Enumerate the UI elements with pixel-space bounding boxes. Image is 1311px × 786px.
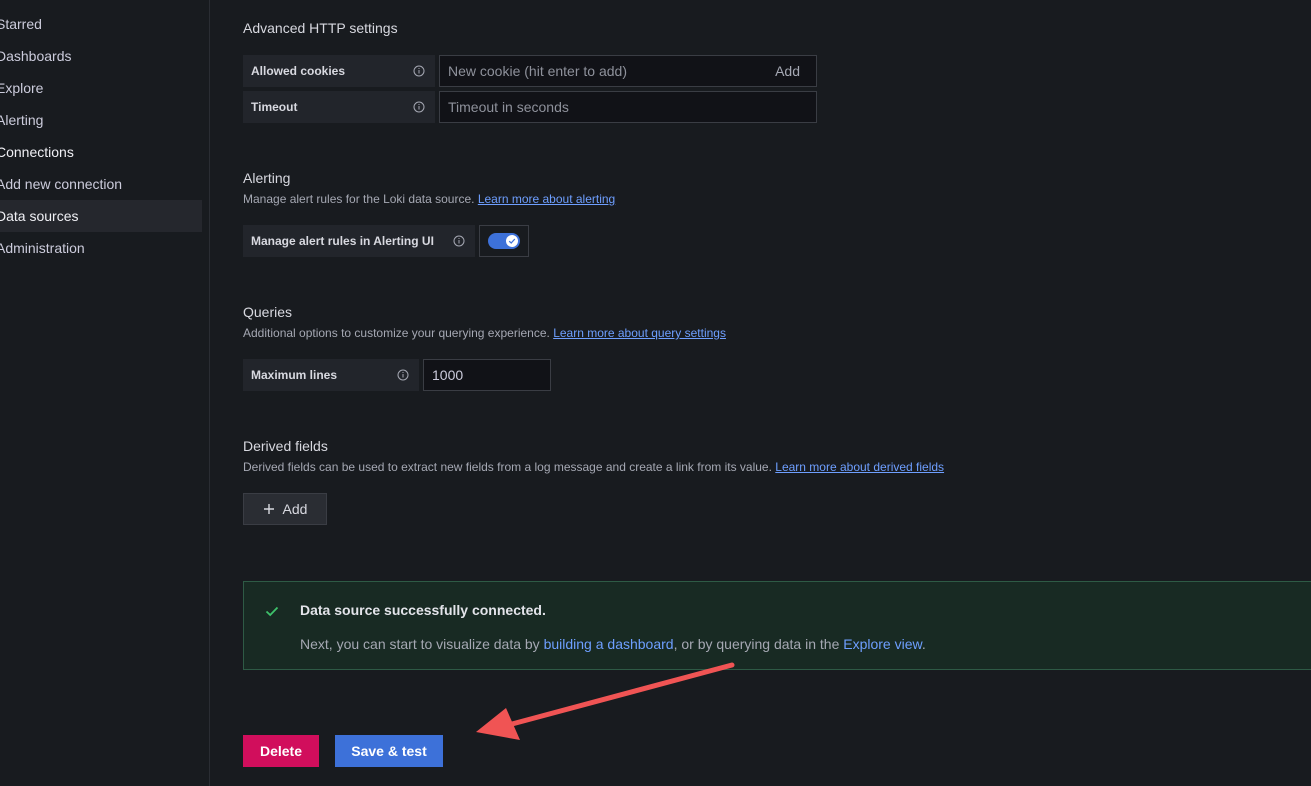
page: Starred Dashboards Explore Alerting Conn… [0, 0, 1311, 786]
alerting-description-text: Manage alert rules for the Loki data sou… [243, 192, 475, 206]
timeout-label-text: Timeout [251, 100, 298, 114]
maximum-lines-label-text: Maximum lines [251, 368, 338, 382]
sidebar-item-alerting[interactable]: Alerting [0, 104, 202, 136]
sidebar-item-starred[interactable]: Starred [0, 8, 202, 40]
alert-body-prefix: Next, you can start to visualize data by [300, 636, 540, 652]
timeout-label: Timeout [243, 91, 435, 123]
toggle-knob [506, 235, 518, 247]
add-derived-field-label: Add [282, 501, 308, 517]
advanced-http-title: Advanced HTTP settings [243, 20, 398, 36]
queries-description: Additional options to customize your que… [243, 326, 726, 340]
cookie-add-button[interactable]: Add [759, 63, 816, 79]
queries-description-text: Additional options to customize your que… [243, 326, 550, 340]
check-icon [508, 238, 516, 244]
sidebar-item-administration[interactable]: Administration [0, 232, 202, 264]
alert-body-middle: , or by querying data in the [673, 636, 840, 652]
timeout-input[interactable] [439, 91, 817, 123]
manage-alert-rules-toggle-wrap [479, 225, 529, 257]
queries-learn-more-link[interactable]: Learn more about query settings [553, 326, 726, 340]
add-derived-field-button[interactable]: Add [243, 493, 327, 525]
building-dashboard-link[interactable]: building a dashboard [544, 636, 674, 652]
manage-alert-rules-label-text: Manage alert rules in Alerting UI [251, 234, 434, 248]
sidebar-item-data-sources[interactable]: Data sources [0, 200, 202, 232]
sidebar-item-add-new-connection[interactable]: Add new connection [0, 168, 202, 200]
alerting-description: Manage alert rules for the Loki data sou… [243, 192, 615, 206]
derived-fields-description-text: Derived fields can be used to extract ne… [243, 460, 772, 474]
alert-body-suffix: . [921, 636, 926, 652]
allowed-cookies-field: Add [439, 55, 817, 87]
sidebar-item-explore[interactable]: Explore [0, 72, 202, 104]
alert-body: Next, you can start to visualize data by… [300, 636, 926, 652]
info-icon[interactable] [411, 63, 427, 79]
maximum-lines-input[interactable] [423, 359, 551, 391]
derived-fields-title: Derived fields [243, 438, 328, 454]
main-content: Advanced HTTP settings Allowed cookies A… [211, 0, 1311, 786]
maximum-lines-label: Maximum lines [243, 359, 419, 391]
allowed-cookies-label-text: Allowed cookies [251, 64, 346, 78]
alerting-title: Alerting [243, 170, 291, 186]
plus-icon [263, 504, 274, 514]
cookie-input[interactable] [440, 63, 760, 79]
sidebar-item-dashboards[interactable]: Dashboards [0, 40, 202, 72]
delete-button[interactable]: Delete [243, 735, 319, 767]
derived-fields-description: Derived fields can be used to extract ne… [243, 460, 944, 474]
manage-alert-rules-label: Manage alert rules in Alerting UI [243, 225, 475, 257]
sidebar-nav: Starred Dashboards Explore Alerting Conn… [0, 0, 210, 786]
derived-fields-learn-more-link[interactable]: Learn more about derived fields [775, 460, 944, 474]
allowed-cookies-label: Allowed cookies [243, 55, 435, 87]
save-and-test-button[interactable]: Save & test [335, 735, 443, 767]
info-icon[interactable] [411, 99, 427, 115]
sidebar-item-connections[interactable]: Connections [0, 136, 202, 168]
check-icon [265, 606, 279, 617]
explore-view-link[interactable]: Explore view [843, 636, 922, 652]
alert-title: Data source successfully connected. [300, 602, 546, 618]
info-icon[interactable] [395, 367, 411, 383]
success-alert: Data source successfully connected. Next… [243, 581, 1311, 670]
info-icon[interactable] [451, 233, 467, 249]
queries-title: Queries [243, 304, 293, 320]
alerting-learn-more-link[interactable]: Learn more about alerting [478, 192, 615, 206]
manage-alert-rules-toggle[interactable] [488, 233, 520, 249]
